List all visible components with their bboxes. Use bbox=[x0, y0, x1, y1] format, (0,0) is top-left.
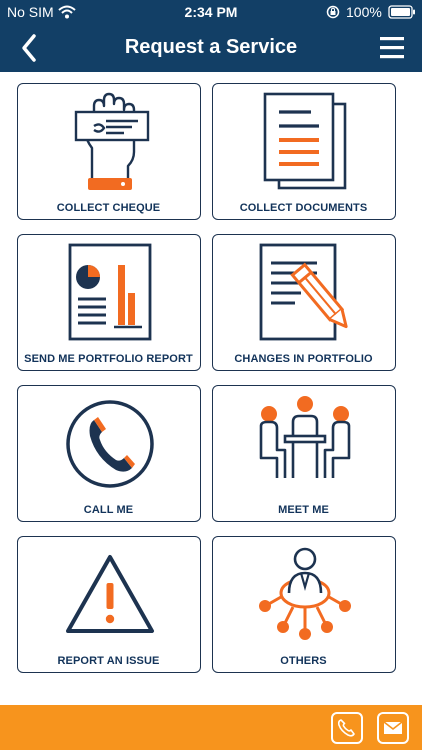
person-network-icon bbox=[259, 547, 351, 640]
page-title: Request a Service bbox=[124, 36, 298, 58]
call-button[interactable] bbox=[331, 712, 363, 744]
battery-percent: 100% bbox=[346, 4, 382, 20]
service-tile-changes-in-portfolio[interactable]: CHANGES IN PORTFOLIO bbox=[212, 234, 396, 371]
service-label: CHANGES IN PORTFOLIO bbox=[234, 353, 373, 365]
service-tile-call-me[interactable]: CALL ME bbox=[17, 385, 201, 522]
footer-bar bbox=[0, 705, 422, 750]
phone-icon bbox=[337, 719, 355, 737]
navigation-bar: Request a Service bbox=[0, 24, 422, 72]
hand-holding-cheque-icon bbox=[74, 92, 150, 190]
service-tile-report-an-issue[interactable]: REPORT AN ISSUE bbox=[17, 536, 201, 673]
service-label: REPORT AN ISSUE bbox=[57, 655, 160, 667]
hamburger-menu-icon bbox=[380, 37, 404, 59]
menu-button[interactable] bbox=[378, 33, 408, 63]
edit-document-icon bbox=[259, 243, 348, 341]
phone-icon bbox=[66, 400, 154, 488]
portfolio-report-icon bbox=[68, 243, 152, 341]
meeting-icon bbox=[259, 396, 351, 478]
mail-icon bbox=[383, 721, 403, 734]
warning-icon bbox=[66, 555, 154, 633]
service-tile-others[interactable]: OTHERS bbox=[212, 536, 396, 673]
service-label: OTHERS bbox=[280, 655, 327, 667]
status-bar: No SIM 2:34 PM 100% bbox=[0, 0, 422, 24]
service-label: SEND ME PORTFOLIO REPORT bbox=[24, 353, 193, 365]
service-tile-meet-me[interactable]: MEET ME bbox=[212, 385, 396, 522]
mail-button[interactable] bbox=[377, 712, 409, 744]
service-label: MEET ME bbox=[278, 504, 329, 516]
battery-icon bbox=[388, 5, 416, 22]
service-label: COLLECT CHEQUE bbox=[56, 202, 161, 214]
service-tile-collect-documents[interactable]: COLLECT DOCUMENTS bbox=[212, 83, 396, 220]
service-tile-collect-cheque[interactable]: COLLECT CHEQUE bbox=[17, 83, 201, 220]
documents-icon bbox=[263, 92, 347, 190]
orientation-lock-icon bbox=[326, 5, 340, 22]
service-label: COLLECT DOCUMENTS bbox=[239, 202, 368, 214]
service-label: CALL ME bbox=[83, 504, 134, 516]
service-tile-portfolio-report[interactable]: SEND ME PORTFOLIO REPORT bbox=[17, 234, 201, 371]
